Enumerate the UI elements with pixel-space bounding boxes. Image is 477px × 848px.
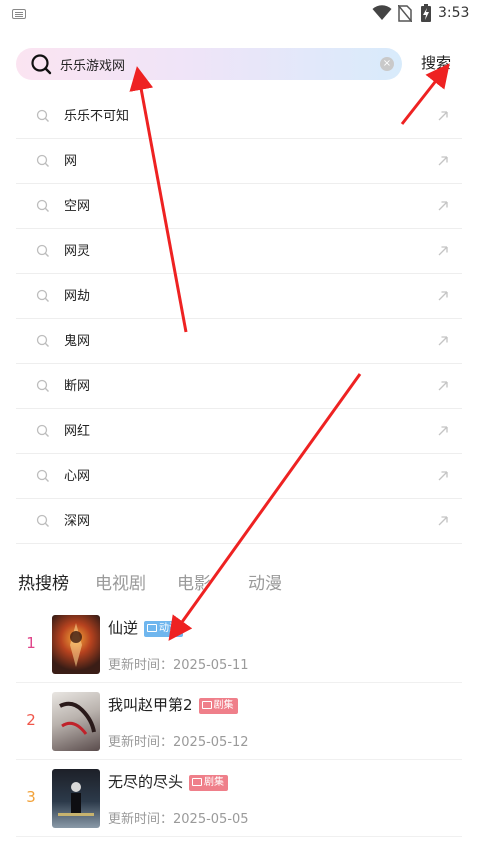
- arrow-up-left-icon[interactable]: [436, 469, 450, 483]
- arrow-up-left-icon[interactable]: [436, 379, 450, 393]
- suggestion-label: 网红: [64, 424, 91, 439]
- rank-number: 3: [26, 788, 36, 806]
- suggestion-label: 网: [64, 154, 78, 169]
- suggestion-item[interactable]: 断网: [16, 364, 462, 409]
- time-value: 2025-05-12: [173, 735, 249, 750]
- update-time: 更新时间：2025-05-12: [108, 731, 249, 750]
- search-icon: [31, 54, 52, 75]
- status-bar: 3:53: [0, 0, 477, 28]
- poster-image[interactable]: [52, 769, 100, 828]
- search-icon: [36, 469, 49, 482]
- tab-anime[interactable]: 动漫: [248, 569, 282, 594]
- suggestion-label: 深网: [64, 514, 91, 529]
- rank-title-row: 仙逆 动漫: [108, 617, 184, 638]
- suggestion-label: 心网: [64, 469, 91, 484]
- search-button[interactable]: 搜索: [421, 52, 451, 73]
- arrow-up-left-icon[interactable]: [436, 199, 450, 213]
- search-icon: [36, 379, 49, 392]
- suggestion-item[interactable]: 网: [16, 139, 462, 184]
- suggestion-label: 断网: [64, 379, 91, 394]
- search-icon: [36, 424, 49, 437]
- suggestion-item[interactable]: 网红: [16, 409, 462, 454]
- suggestion-item[interactable]: 空网: [16, 184, 462, 229]
- suggestion-item[interactable]: 鬼网: [16, 319, 462, 364]
- rank-number: 1: [26, 634, 36, 652]
- no-sim-icon: [398, 5, 412, 22]
- title-text: 无尽的尽头: [108, 773, 184, 791]
- poster-image[interactable]: [52, 692, 100, 751]
- tab-tv-series[interactable]: 电视剧: [95, 569, 146, 594]
- anime-tag-icon: [147, 624, 158, 632]
- ranking-item[interactable]: 2 我叫赵甲第2 剧集 更新时间：2025-05-12: [16, 683, 462, 760]
- search-icon: [36, 199, 49, 212]
- suggestion-item[interactable]: 网劫: [16, 274, 462, 319]
- arrow-up-left-icon[interactable]: [436, 154, 450, 168]
- arrow-up-left-icon[interactable]: [436, 424, 450, 438]
- wifi-icon: [372, 5, 392, 20]
- tag-text: 剧集: [204, 777, 225, 788]
- suggestion-list: 乐乐不可知 网 空网 网灵 网劫 鬼网 断网 网红 心网 深网: [16, 94, 462, 544]
- time-label: 更新时间：: [108, 658, 174, 673]
- search-icon: [36, 334, 49, 347]
- ranking-item[interactable]: 3 无尽的尽头 剧集 更新时间：2025-05-05: [16, 760, 462, 837]
- tag-text: 剧集: [213, 700, 234, 711]
- arrow-up-left-icon[interactable]: [436, 334, 450, 348]
- rank-number: 2: [26, 711, 36, 729]
- tv-tag-icon: [192, 778, 203, 786]
- status-time: 3:53: [438, 5, 470, 21]
- time-value: 2025-05-05: [173, 812, 249, 827]
- title-text: 我叫赵甲第2: [108, 696, 193, 714]
- time-label: 更新时间：: [108, 735, 174, 750]
- update-time: 更新时间：2025-05-05: [108, 808, 249, 827]
- rank-title-row: 我叫赵甲第2 剧集: [108, 694, 238, 715]
- tab-movies[interactable]: 电影: [177, 569, 211, 594]
- battery-charging-icon: [421, 4, 431, 22]
- category-tag: 剧集: [189, 775, 229, 791]
- clear-icon[interactable]: ×: [380, 57, 394, 71]
- tab-hot-search[interactable]: 热搜榜: [18, 569, 69, 594]
- keyboard-icon: [12, 9, 26, 19]
- ranking-item[interactable]: 1 仙逆 动漫 更新时间：2025-05-11: [16, 606, 462, 683]
- suggestion-label: 鬼网: [64, 334, 91, 349]
- search-bar[interactable]: ×: [16, 48, 402, 80]
- suggestion-label: 网灵: [64, 244, 91, 259]
- suggestion-label: 空网: [64, 199, 91, 214]
- category-tag: 剧集: [198, 698, 238, 714]
- suggestion-label: 乐乐不可知: [64, 109, 130, 124]
- search-icon: [36, 244, 49, 257]
- rank-title-row: 无尽的尽头 剧集: [108, 771, 229, 792]
- tag-text: 动漫: [159, 623, 180, 634]
- time-value: 2025-05-11: [173, 658, 249, 673]
- suggestion-item[interactable]: 深网: [16, 499, 462, 544]
- tv-tag-icon: [201, 701, 212, 709]
- arrow-up-left-icon[interactable]: [436, 289, 450, 303]
- suggestion-item[interactable]: 乐乐不可知: [16, 94, 462, 139]
- arrow-up-left-icon[interactable]: [436, 109, 450, 123]
- update-time: 更新时间：2025-05-11: [108, 654, 249, 673]
- title-text: 仙逆: [108, 619, 139, 637]
- ranking-list: 1 仙逆 动漫 更新时间：2025-05-11 2 我叫赵甲第2 剧集 更新时间：2…: [16, 606, 462, 837]
- search-input[interactable]: [60, 48, 360, 80]
- time-label: 更新时间：: [108, 812, 174, 827]
- search-icon: [36, 514, 49, 527]
- search-icon: [36, 289, 49, 302]
- category-tag: 动漫: [144, 621, 184, 637]
- search-icon: [36, 109, 49, 122]
- search-icon: [36, 154, 49, 167]
- poster-image[interactable]: [52, 615, 100, 674]
- suggestion-label: 网劫: [64, 289, 91, 304]
- suggestion-item[interactable]: 心网: [16, 454, 462, 499]
- suggestion-item[interactable]: 网灵: [16, 229, 462, 274]
- arrow-up-left-icon[interactable]: [436, 244, 450, 258]
- arrow-up-left-icon[interactable]: [436, 514, 450, 528]
